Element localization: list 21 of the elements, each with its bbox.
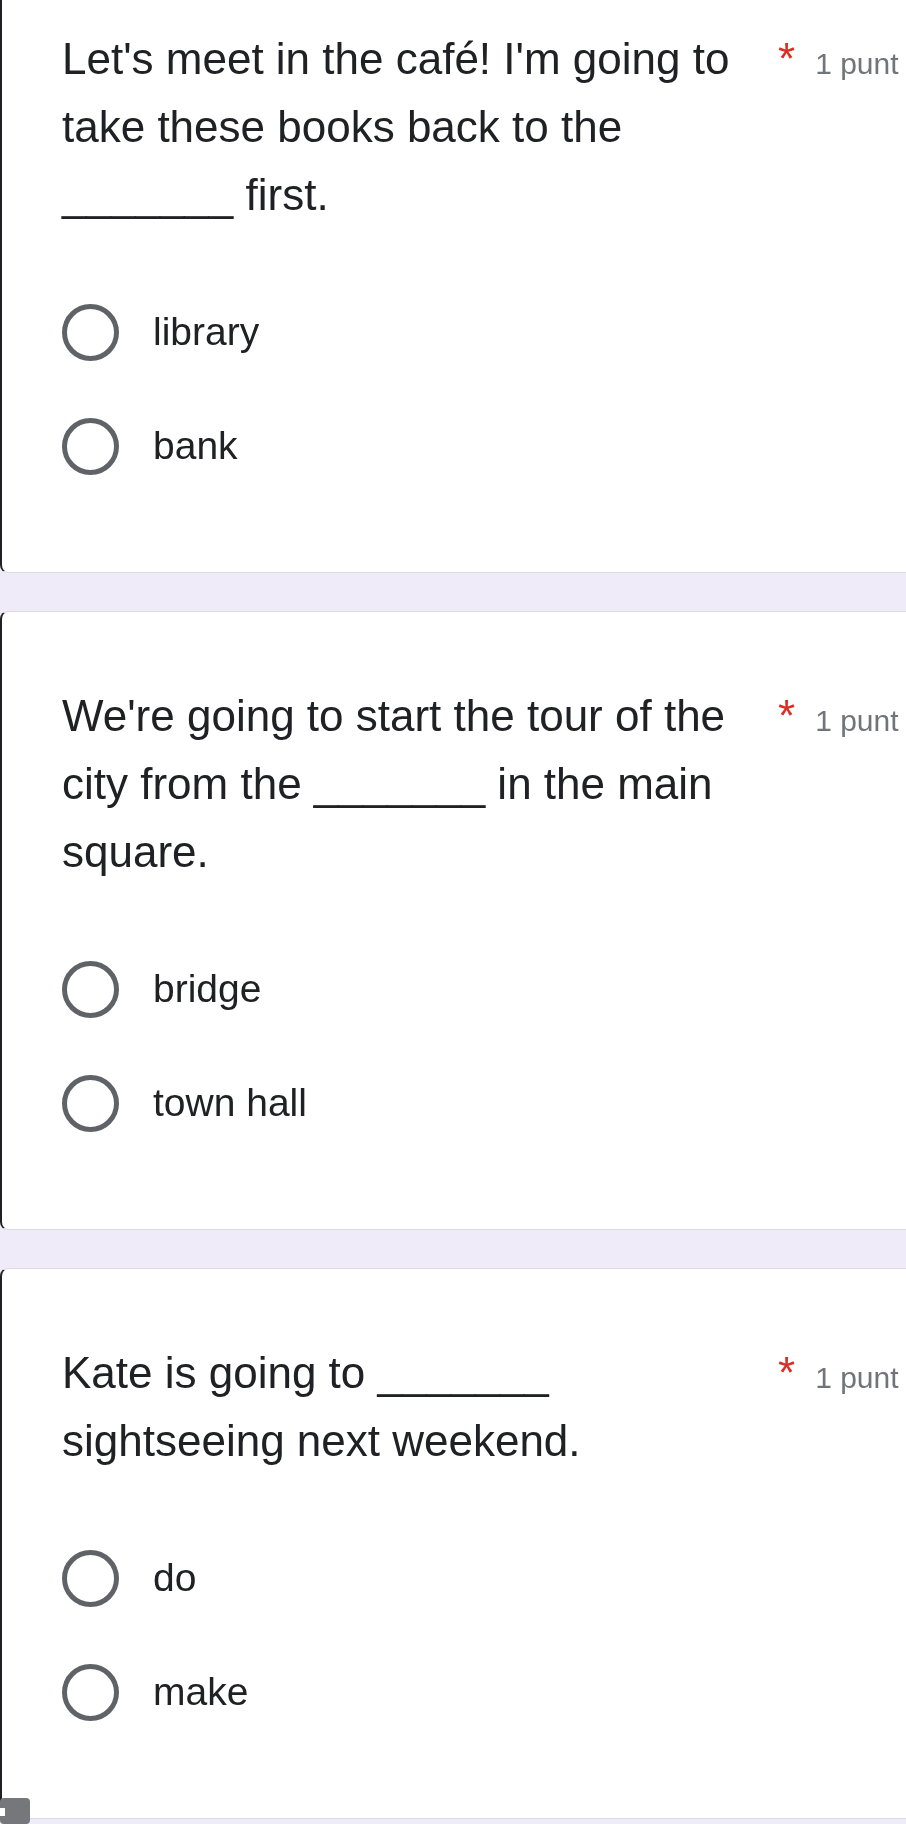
option-label[interactable]: bridge: [153, 965, 262, 1013]
radio-button[interactable]: [62, 960, 119, 1018]
question-text: Kate is going to _______ sightseeing next weekend.: [62, 1347, 582, 1467]
points-label: 1 punt: [815, 1361, 899, 1395]
required-asterisk: *: [778, 1347, 796, 1399]
points-label: 1 punt: [815, 47, 899, 81]
question-text: We're going to start the tour of the city from the _______ in the main square.: [62, 690, 727, 878]
question-text: Let's meet in the café! I'm going to take these books back to the _______ first.: [62, 33, 731, 221]
option-label[interactable]: make: [153, 1668, 249, 1716]
option-label[interactable]: library: [153, 308, 260, 356]
option-label[interactable]: bank: [153, 422, 238, 470]
radio-button[interactable]: [62, 417, 119, 475]
required-asterisk: *: [778, 33, 796, 85]
option-label[interactable]: do: [153, 1554, 197, 1602]
radio-button[interactable]: [62, 303, 119, 361]
option-label[interactable]: town hall: [153, 1079, 307, 1127]
points-label: 1 punt: [815, 704, 899, 738]
radio-button[interactable]: [62, 1663, 119, 1721]
radio-button[interactable]: [62, 1549, 119, 1607]
radio-button[interactable]: [62, 1074, 119, 1132]
required-asterisk: *: [778, 690, 796, 742]
